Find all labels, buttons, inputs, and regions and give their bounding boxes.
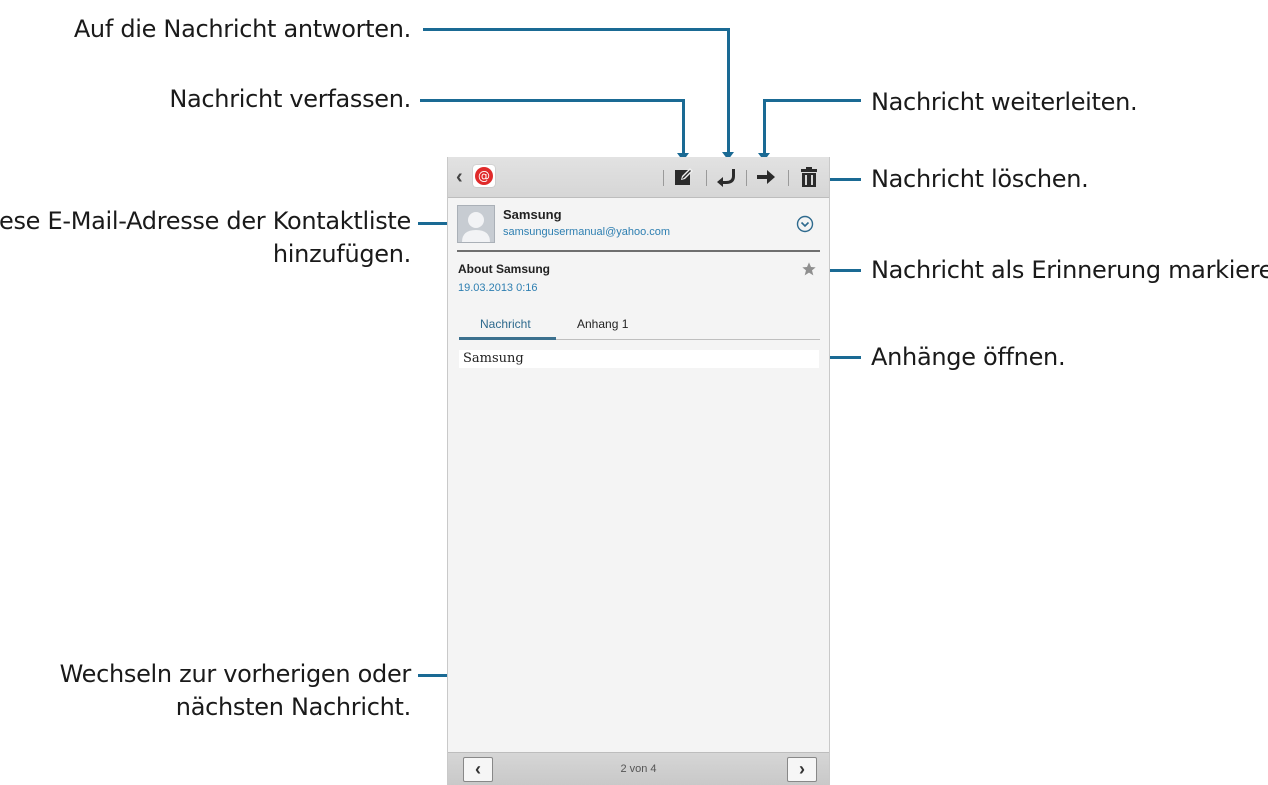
compose-icon[interactable]	[672, 165, 696, 189]
header-divider	[457, 250, 820, 252]
sender-email[interactable]: samsungusermanual@yahoo.com	[503, 226, 670, 238]
tab-active-indicator	[459, 337, 556, 340]
person-icon	[462, 212, 490, 242]
next-message-button[interactable]: ›	[787, 757, 817, 782]
callout-line-compose-vertical	[682, 99, 685, 157]
tab-message[interactable]: Nachricht	[480, 317, 531, 331]
callout-navigate-line1: Wechseln zur vorherigen oder	[59, 660, 412, 688]
message-subject: About Samsung	[458, 262, 550, 276]
callout-star: Nachricht als Erinnerung markieren.	[871, 256, 1268, 284]
toolbar-separator	[663, 170, 664, 186]
callout-navigate-line2: nächsten Nachricht.	[175, 693, 412, 721]
callout-line-reply	[423, 28, 730, 31]
reply-icon[interactable]	[714, 165, 738, 189]
callout-forward: Nachricht weiterleiten.	[871, 88, 1138, 116]
page-counter: 2 von 4	[620, 763, 657, 775]
sender-name: Samsung	[503, 207, 562, 222]
callout-delete: Nachricht löschen.	[871, 165, 1089, 193]
action-bar: ‹	[448, 157, 829, 198]
callout-reply: Auf die Nachricht antworten.	[73, 15, 411, 43]
toolbar-separator	[746, 170, 747, 186]
toolbar-separator	[788, 170, 789, 186]
callout-line-forward-vertical	[763, 99, 766, 157]
delete-icon[interactable]	[797, 165, 821, 189]
email-app-icon[interactable]	[473, 165, 495, 187]
chevron-down-icon[interactable]	[796, 215, 814, 233]
star-icon[interactable]	[801, 261, 817, 277]
email-screen: ‹ Samsung	[447, 157, 830, 785]
avatar[interactable]	[457, 205, 495, 243]
sender-header: Samsung samsungusermanual@yahoo.com	[448, 198, 829, 250]
callout-line-forward	[763, 99, 861, 102]
callout-add-contact-line2: hinzufügen.	[272, 240, 411, 268]
callout-attachments: Anhänge öffnen.	[871, 343, 1066, 371]
tab-attachment[interactable]: Anhang 1	[577, 317, 628, 331]
callout-compose: Nachricht verfassen.	[169, 85, 411, 113]
navigation-bar: ‹ 2 von 4 ›	[448, 752, 829, 785]
forward-icon[interactable]	[754, 165, 778, 189]
toolbar-separator	[706, 170, 707, 186]
message-date: 19.03.2013 0:16	[458, 282, 538, 294]
message-body: Samsung	[459, 350, 819, 368]
callout-add-contact-line1: Diese E-Mail-Adresse der Kontaktliste	[0, 207, 411, 235]
callout-line-compose	[420, 99, 685, 102]
callout-line-reply-vertical	[727, 28, 730, 156]
chevron-left-icon[interactable]: ‹	[456, 166, 463, 189]
